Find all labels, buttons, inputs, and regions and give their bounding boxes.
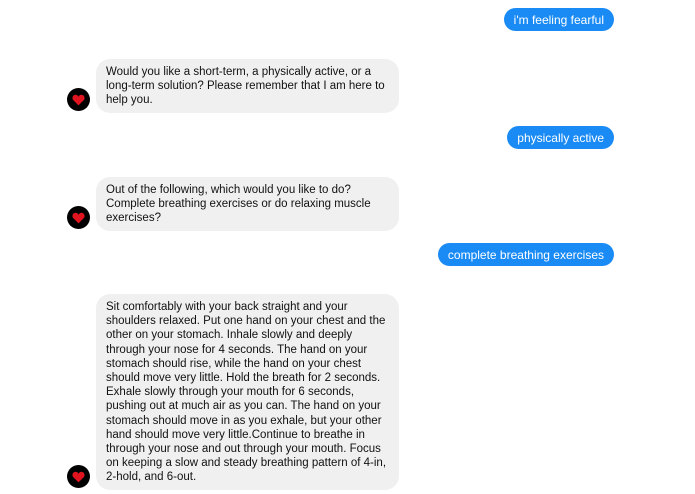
bot-message: Would you like a short-term, a physicall…	[96, 59, 399, 113]
bot-message-row: Sit comfortably with your back straight …	[67, 294, 402, 490]
bot-avatar	[67, 465, 90, 488]
heart-icon	[72, 94, 85, 105]
user-message: physically active	[507, 126, 614, 149]
user-message: complete breathing exercises	[437, 243, 614, 266]
chat-thread: i'm feeling fearful Would you like a sho…	[0, 0, 695, 494]
bot-message-row: Out of the following, which would you li…	[67, 177, 402, 231]
bot-message: Sit comfortably with your back straight …	[96, 294, 399, 490]
user-message: i'm feeling fearful	[503, 8, 614, 31]
heart-icon	[72, 471, 85, 482]
bot-avatar	[67, 206, 90, 229]
bot-avatar	[67, 88, 90, 111]
bot-message: Out of the following, which would you li…	[96, 177, 399, 231]
heart-icon	[72, 212, 85, 223]
bot-message-row: Would you like a short-term, a physicall…	[67, 59, 402, 113]
